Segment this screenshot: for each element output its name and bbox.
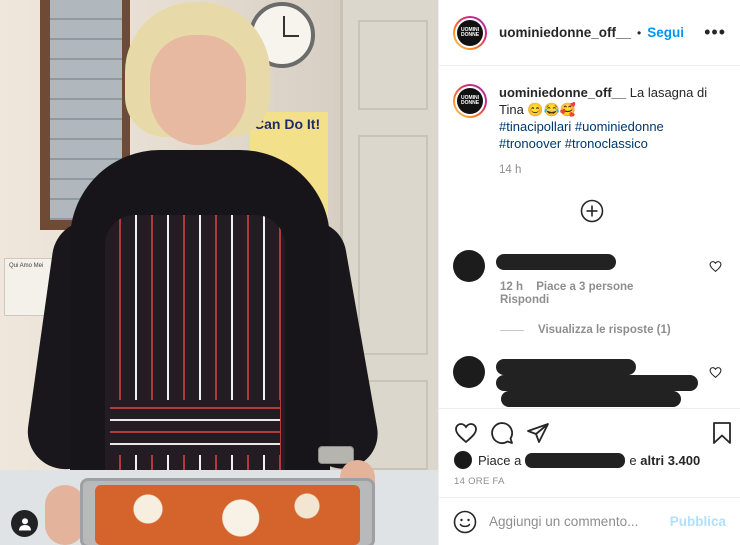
share-icon[interactable] <box>526 421 550 445</box>
post-header: UOMINI DONNE uominiedonne_off__ • Segui … <box>439 0 740 66</box>
avatar-logo: UOMINI DONNE <box>457 19 483 46</box>
reply-button[interactable]: Rispondi <box>500 294 549 306</box>
caption-username[interactable]: uominiedonne_off__ <box>499 85 626 100</box>
separator-dot: • <box>637 25 642 40</box>
redacted-comment <box>501 391 681 407</box>
post-timestamp[interactable]: 14 ORE FA <box>454 476 505 487</box>
author-avatar[interactable]: UOMINI DONNE <box>453 15 487 50</box>
likes-summary: Piace a e altri 3.400 <box>454 451 700 469</box>
instagram-post-modal: Can Do It! Qui Amo Mei UOMINI DONNE uomi… <box>0 0 740 545</box>
caption-hashtags[interactable]: #tinacipollari #uominiedonne #tronoover … <box>499 118 726 152</box>
avatar-logo: UOMINI DONNE <box>457 88 483 114</box>
bookmark-icon[interactable] <box>710 421 734 445</box>
liker-avatar[interactable] <box>454 451 472 469</box>
commenter-avatar[interactable] <box>453 356 485 388</box>
user-tag-icon <box>18 517 31 530</box>
lasagna <box>95 485 360 545</box>
comment-meta: 12 h Piace a 3 persone <box>500 281 643 293</box>
comment-age: 12 h <box>500 281 524 293</box>
redacted-comment <box>496 375 698 391</box>
comment-input[interactable] <box>489 514 670 529</box>
redacted-comment <box>496 254 616 270</box>
view-replies-label: Visualizza le risposte (1) <box>538 324 671 336</box>
comment-box: Pubblica <box>439 497 740 545</box>
door-panel-middle <box>358 135 428 355</box>
post-actions <box>439 408 740 448</box>
follow-button[interactable]: Segui <box>647 25 684 40</box>
post-side-panel: UOMINI DONNE uominiedonne_off__ • Segui … <box>438 0 740 545</box>
more-options-icon[interactable]: ••• <box>704 22 726 43</box>
likes-prefix: Piace a <box>478 452 522 468</box>
left-hand <box>45 485 85 545</box>
emoji-icon[interactable] <box>453 510 477 534</box>
redacted-comment <box>496 359 636 375</box>
redacted-liker <box>525 452 626 468</box>
apron-pocket <box>110 400 280 455</box>
comment-likes[interactable]: Piace a 3 persone <box>536 281 633 293</box>
person-face <box>150 35 246 145</box>
comment-heart-icon[interactable] <box>709 260 722 273</box>
heart-icon[interactable] <box>454 421 478 445</box>
add-circle-icon[interactable] <box>580 199 604 223</box>
caption-body: uominiedonne_off__ La lasagna di Tina 😊😂… <box>499 84 726 179</box>
view-replies-button[interactable]: Visualizza le risposte (1) <box>500 324 671 336</box>
caption-age: 14 h <box>499 164 522 176</box>
likes-count[interactable]: altri 3.400 <box>640 453 700 468</box>
commenter-avatar[interactable] <box>453 250 485 282</box>
door-panel-top <box>358 20 428 110</box>
publish-button[interactable]: Pubblica <box>670 514 726 529</box>
caption-avatar[interactable]: UOMINI DONNE <box>453 84 487 118</box>
post-video[interactable]: Can Do It! Qui Amo Mei <box>0 0 438 545</box>
author-username[interactable]: uominiedonne_off__ <box>499 25 631 40</box>
comment-heart-icon[interactable] <box>709 366 722 379</box>
user-tag-button[interactable] <box>11 510 38 537</box>
likes-and: e <box>629 452 637 468</box>
comment-icon[interactable] <box>490 421 514 445</box>
post-caption: UOMINI DONNE uominiedonne_off__ La lasag… <box>453 84 726 179</box>
replies-divider <box>500 329 524 331</box>
poster-text: Can Do It! <box>254 116 321 132</box>
